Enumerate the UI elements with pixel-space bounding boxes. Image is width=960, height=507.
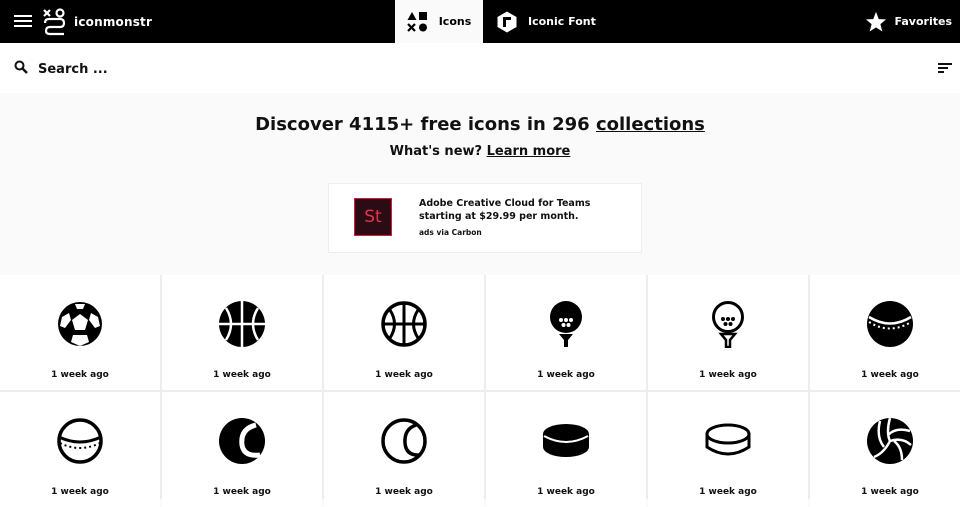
- icon-date: 1 week ago: [699, 370, 757, 380]
- tab-icons[interactable]: Icons: [395, 0, 483, 43]
- icon-card[interactable]: 1 week ago: [810, 275, 960, 390]
- icon-date: 1 week ago: [699, 487, 757, 497]
- top-navbar: iconmonstr Icons Iconic Font Favorites: [0, 0, 960, 43]
- tab-icons-label: Icons: [438, 15, 472, 28]
- carbon-ad[interactable]: St Adobe Creative Cloud for Teams starti…: [328, 183, 642, 253]
- whats-new-text: What's new?: [389, 144, 487, 159]
- search-icon: [14, 60, 28, 74]
- hamburger-menu-icon[interactable]: [14, 12, 32, 30]
- icon-grid: 1 week ago 1 week ago 1 week ago 1 week …: [0, 275, 960, 507]
- icon-date: 1 week ago: [861, 370, 919, 380]
- hockey-puck-icon: [543, 424, 589, 457]
- icon-card[interactable]: 1 week ago: [162, 275, 322, 390]
- icon-card[interactable]: 1 week ago: [648, 275, 808, 390]
- tab-iconic-font[interactable]: Iconic Font: [496, 0, 606, 43]
- icon-date: 1 week ago: [213, 370, 271, 380]
- icon-card[interactable]: 1 week ago: [0, 392, 160, 507]
- cricket-ball-outline-icon: [57, 418, 103, 464]
- icon-date: 1 week ago: [375, 370, 433, 380]
- icon-card[interactable]: 1 week ago: [810, 392, 960, 507]
- soccer-ball-icon: [58, 302, 102, 346]
- iconic-font-icon: [497, 11, 517, 32]
- logo[interactable]: iconmonstr: [42, 6, 152, 38]
- ad-logo-text: St: [364, 207, 382, 227]
- favorites-button[interactable]: Favorites: [865, 0, 952, 43]
- favorites-label: Favorites: [894, 15, 952, 28]
- icon-date: 1 week ago: [51, 370, 109, 380]
- star-icon: [865, 11, 886, 31]
- icon-card[interactable]: 1 week ago: [324, 275, 484, 390]
- adobe-stock-logo: St: [354, 198, 392, 236]
- golf-ball-tee-icon: [550, 301, 582, 347]
- shapes-icon: [406, 11, 427, 32]
- ad-text: Adobe Creative Cloud for Teams starting …: [419, 198, 591, 222]
- golf-ball-tee-outline-icon: [712, 301, 744, 348]
- basketball-icon: [219, 301, 265, 347]
- icon-card[interactable]: 1 week ago: [486, 392, 646, 507]
- basketball-outline-icon: [381, 301, 427, 347]
- search-bar: [0, 43, 960, 94]
- hero-section: Discover 4115+ free icons in 296 collect…: [0, 93, 960, 273]
- ad-via-link[interactable]: ads via Carbon: [419, 228, 482, 237]
- icon-date: 1 week ago: [51, 487, 109, 497]
- search-input[interactable]: [36, 56, 900, 82]
- page-headline: Discover 4115+ free icons in 296 collect…: [0, 114, 960, 135]
- icon-card[interactable]: 1 week ago: [324, 392, 484, 507]
- tab-iconic-font-label: Iconic Font: [528, 15, 596, 28]
- sort-filter-icon[interactable]: [938, 61, 952, 75]
- cricket-ball-icon: [867, 301, 913, 347]
- logo-text: iconmonstr: [74, 15, 153, 29]
- tennis-ball-outline-icon: [381, 418, 427, 464]
- icon-date: 1 week ago: [537, 370, 595, 380]
- icon-card[interactable]: 1 week ago: [162, 392, 322, 507]
- tennis-ball-icon: [219, 418, 265, 464]
- icon-card[interactable]: 1 week ago: [0, 275, 160, 390]
- collections-link[interactable]: collections: [596, 114, 705, 135]
- volleyball-icon: [867, 417, 913, 464]
- icon-card[interactable]: 1 week ago: [486, 275, 646, 390]
- learn-more-link[interactable]: Learn more: [487, 144, 571, 159]
- hockey-puck-outline-icon: [705, 423, 751, 456]
- icon-date: 1 week ago: [213, 487, 271, 497]
- icon-card[interactable]: 1 week ago: [648, 392, 808, 507]
- iconmonstr-logo-icon: [43, 8, 66, 36]
- headline-text: Discover 4115+ free icons in 296: [255, 114, 596, 135]
- icon-date: 1 week ago: [537, 487, 595, 497]
- icon-date: 1 week ago: [375, 487, 433, 497]
- icon-date: 1 week ago: [861, 487, 919, 497]
- whats-new: What's new? Learn more: [0, 144, 960, 159]
